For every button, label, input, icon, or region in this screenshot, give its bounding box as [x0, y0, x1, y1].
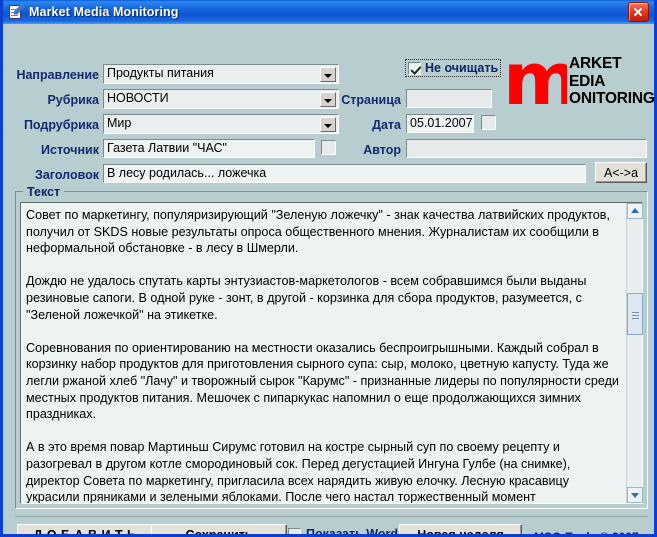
article-paragraph: Соревнования по ориентированию на местно… — [26, 340, 619, 422]
label-avtor: Автор — [363, 143, 401, 157]
copyright-label: MSO-Tools © 2007 — [534, 530, 639, 537]
client-area: Направление Рубрика Подрубрика Источник … — [3, 24, 654, 534]
zagolovok-input[interactable]: В лесу родилась... ложечка — [103, 164, 586, 183]
bottom-separator — [15, 516, 648, 517]
istochnik-input[interactable]: Газета Латвии "ЧАС" — [103, 139, 315, 158]
save-button[interactable]: Сохранить — [151, 524, 287, 534]
article-textarea[interactable]: Совет по маркетингу, популяризирующий "З… — [20, 202, 643, 504]
stranica-input[interactable] — [406, 89, 492, 108]
no-clear-label: Не очищать — [425, 61, 499, 75]
article-paragraph: А в это время повар Мартиньш Сирумс гото… — [26, 440, 571, 503]
logo-line-monitoring: ONITORING — [569, 90, 655, 107]
window-title: Market Media Monitoring — [29, 5, 179, 19]
article-paragraph: Совет по маркетингу, популяризирующий "З… — [26, 208, 610, 256]
logo-m-glyph: m — [503, 56, 567, 104]
rubrika-combobox[interactable]: НОВОСТИ — [103, 89, 339, 109]
no-clear-checkbox[interactable]: Не очищать — [405, 59, 502, 77]
title-bar[interactable]: Market Media Monitoring — [3, 0, 654, 24]
article-text-content[interactable]: Совет по маркетингу, популяризирующий "З… — [21, 203, 626, 503]
avtor-input[interactable] — [406, 139, 647, 158]
text-groupbox-title: Текст — [23, 185, 65, 199]
label-zagolovok: Заголовок — [35, 168, 99, 182]
zagolovok-value: В лесу родилась... ложечка — [107, 166, 267, 180]
mmm-logo: m ARKET EDIA ONITORING — [503, 54, 655, 114]
article-paragraph: Дождю не удалось спутать карты энтузиаст… — [26, 274, 587, 322]
date-checkbox[interactable] — [481, 115, 496, 130]
label-rubrika: Рубрика — [47, 93, 99, 107]
checkbox-unchecked-icon — [288, 527, 301, 534]
podrubrika-value: Мир — [107, 116, 132, 130]
new-week-button[interactable]: Новая неделя — [399, 524, 522, 534]
scroll-down-icon[interactable] — [627, 487, 643, 503]
rubrika-value: НОВОСТИ — [107, 91, 169, 105]
napravlenie-combobox[interactable]: Продукты питания — [103, 64, 339, 84]
scrollbar-thumb[interactable] — [627, 293, 643, 335]
logo-line-market: ARKET — [569, 55, 622, 72]
podrubrika-combobox[interactable]: Мир — [103, 114, 339, 134]
checkbox-checked-icon — [408, 61, 421, 75]
chevron-down-icon[interactable] — [320, 67, 336, 82]
application-window: Market Media Monitoring Направление Рубр… — [0, 0, 657, 537]
scroll-up-icon[interactable] — [627, 203, 643, 219]
add-button[interactable]: Д О Б А В И Т Ь — [17, 524, 153, 534]
data-input[interactable]: 05.01.2007 — [406, 114, 474, 133]
istochnik-value: Газета Латвии "ЧАС" — [107, 141, 227, 155]
show-word-label: Показать Word — [306, 527, 398, 537]
case-toggle-button[interactable]: A<->a — [595, 162, 647, 183]
data-value: 05.01.2007 — [410, 116, 473, 130]
label-stranica: Страница — [341, 93, 401, 107]
show-word-checkbox[interactable]: Показать Word — [288, 527, 398, 537]
vertical-scrollbar[interactable] — [626, 203, 643, 503]
napravlenie-value: Продукты питания — [107, 66, 214, 80]
label-data: Дата — [372, 118, 401, 132]
label-istochnik: Источник — [41, 143, 99, 157]
close-icon[interactable] — [628, 2, 649, 22]
logo-line-media: EDIA — [569, 72, 606, 90]
logo-words: ARKET EDIA ONITORING — [569, 55, 655, 108]
notepad-pencil-icon — [8, 3, 25, 21]
label-napravlenie: Направление — [16, 68, 99, 82]
label-podrubrika: Подрубрика — [23, 118, 99, 132]
